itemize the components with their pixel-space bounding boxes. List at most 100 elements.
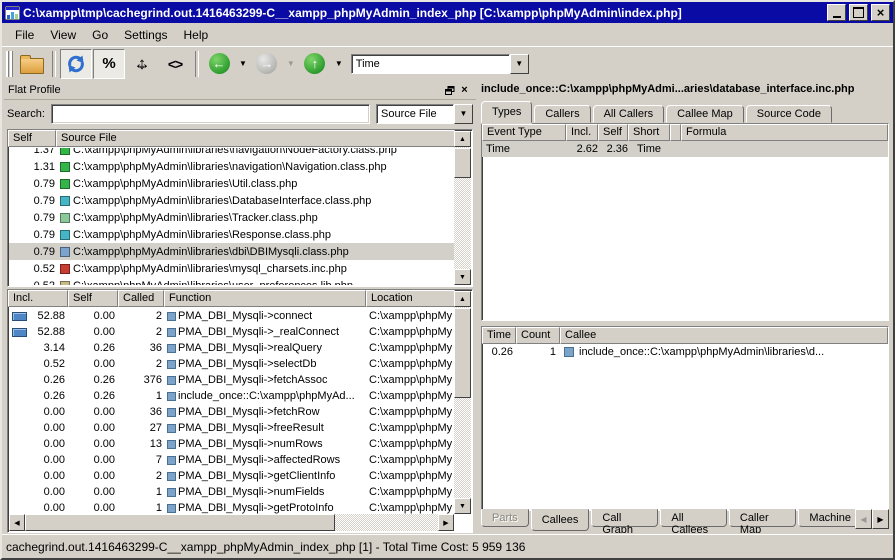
table-row[interactable]: 0.000.001PMA_DBI_Mysqli->getProtoInfoC:\… — [9, 500, 454, 514]
scrollbar-thumb[interactable] — [454, 308, 471, 398]
function-icon — [167, 408, 176, 417]
open-file-button[interactable] — [16, 49, 48, 79]
menu-view[interactable]: View — [42, 25, 84, 45]
tab-scroll-right-button[interactable]: ▶ — [872, 509, 889, 529]
tab-all-callees[interactable]: All Callees — [660, 509, 726, 527]
table-row[interactable]: 52.880.002PMA_DBI_Mysqli->_realConnectC:… — [9, 324, 454, 340]
forward-button[interactable]: → — [251, 49, 283, 79]
table-row[interactable]: 0.52C:\xampp\phpMyAdmin\libraries\user_p… — [9, 277, 454, 285]
relative-cost-button[interactable]: <> — [159, 49, 191, 79]
table-row[interactable]: 0.000.001PMA_DBI_Mysqli->numFieldsC:\xam… — [9, 484, 454, 500]
table-row[interactable]: 52.880.002PMA_DBI_Mysqli->connectC:\xamp… — [9, 308, 454, 324]
close-dock-button[interactable]: × — [457, 84, 472, 97]
scroll-down-button[interactable]: ▼ — [454, 269, 471, 285]
close-button[interactable]: × — [871, 4, 890, 21]
scroll-up-button[interactable]: ▲ — [454, 131, 471, 147]
column-header-function[interactable]: Function — [164, 290, 366, 307]
maximize-button[interactable] — [849, 4, 868, 21]
percent-button[interactable]: % — [93, 49, 125, 79]
table-row[interactable]: 0.000.0027PMA_DBI_Mysqli->freeResultC:\x… — [9, 420, 454, 436]
scroll-up-button[interactable]: ▲ — [454, 291, 471, 307]
up-dropdown[interactable]: ▼ — [332, 59, 346, 68]
cost-bar-icon — [12, 328, 27, 337]
column-header-location[interactable]: Location — [366, 290, 455, 307]
tab-source-code[interactable]: Source Code — [746, 105, 832, 123]
table-row[interactable]: 1.37C:\xampp\phpMyAdmin\libraries\naviga… — [9, 148, 454, 158]
column-header-self[interactable]: Self — [8, 130, 56, 147]
table-row[interactable]: 0.26 1 include_once::C:\xampp\phpMyAdmin… — [482, 344, 888, 360]
table-row[interactable]: 0.000.0013PMA_DBI_Mysqli->numRowsC:\xamp… — [9, 436, 454, 452]
chevron-down-icon[interactable]: ▼ — [454, 104, 473, 124]
column-header-time[interactable]: Time — [482, 327, 516, 344]
table-row[interactable]: 0.52C:\xampp\phpMyAdmin\libraries\mysql_… — [9, 260, 454, 277]
column-header-incl[interactable]: Incl. — [566, 124, 598, 141]
scroll-down-button[interactable]: ▼ — [454, 498, 471, 514]
group-by-select[interactable]: Source File ▼ — [376, 104, 473, 124]
title-bar[interactable]: C:\xampp\tmp\cachegrind.out.1416463299-C… — [2, 2, 893, 23]
table-row[interactable]: 0.000.007PMA_DBI_Mysqli->affectedRowsC:\… — [9, 452, 454, 468]
scrollbar-thumb[interactable] — [454, 148, 471, 178]
column-header-source-file[interactable]: Source File — [56, 130, 455, 147]
minimize-button[interactable] — [827, 4, 846, 21]
tab-machine[interactable]: Machine — [798, 509, 855, 527]
tab-call-graph[interactable]: Call Graph — [591, 509, 658, 527]
self-cell: 0.00 — [69, 310, 119, 322]
scroll-left-button[interactable]: ◀ — [9, 514, 25, 531]
forward-dropdown[interactable]: ▼ — [284, 59, 298, 68]
scroll-right-button[interactable]: ▶ — [438, 514, 454, 531]
tab-parts[interactable]: Parts — [481, 509, 529, 527]
tab-caller-map[interactable]: Caller Map — [729, 509, 797, 527]
search-input-field[interactable] — [52, 105, 375, 123]
table-row[interactable]: 0.79C:\xampp\phpMyAdmin\libraries\Util.c… — [9, 175, 454, 192]
table-row[interactable]: Time 2.62 2.36 Time — [482, 141, 888, 157]
tab-types[interactable]: Types — [481, 101, 532, 123]
back-dropdown[interactable]: ▼ — [236, 59, 250, 68]
source-vertical-scrollbar[interactable]: ▲ ▼ — [454, 131, 471, 285]
tab-scroll-left-button[interactable]: ◀ — [855, 509, 872, 529]
column-header-callee[interactable]: Callee — [560, 327, 888, 344]
tab-callee-map[interactable]: Callee Map — [666, 105, 744, 123]
expand-areas-button[interactable]: ↔↕ — [126, 49, 158, 79]
table-row[interactable]: 0.79C:\xampp\phpMyAdmin\libraries\Tracke… — [9, 209, 454, 226]
menu-help[interactable]: Help — [176, 25, 217, 45]
float-dock-button[interactable] — [442, 84, 457, 97]
column-header-short[interactable]: Short — [628, 124, 670, 141]
table-row[interactable]: 0.000.0036PMA_DBI_Mysqli->fetchRowC:\xam… — [9, 404, 454, 420]
menu-settings[interactable]: Settings — [116, 25, 175, 45]
function-horizontal-scrollbar[interactable]: ◀ ▶ — [9, 514, 454, 531]
incl-cell: 2.62 — [566, 143, 598, 155]
column-header-incl[interactable]: Incl. — [8, 290, 68, 307]
back-button[interactable]: ← — [203, 49, 235, 79]
table-row[interactable]: 0.520.002PMA_DBI_Mysqli->selectDbC:\xamp… — [9, 356, 454, 372]
column-header-self[interactable]: Self — [598, 124, 628, 141]
event-type-value: Time — [351, 54, 510, 74]
tab-callers[interactable]: Callers — [534, 105, 590, 123]
table-row[interactable]: 3.140.2636PMA_DBI_Mysqli->realQueryC:\xa… — [9, 340, 454, 356]
table-row[interactable]: 1.31C:\xampp\phpMyAdmin\libraries\naviga… — [9, 158, 454, 175]
column-header-event-type[interactable]: Event Type — [482, 124, 566, 141]
reload-button[interactable] — [60, 49, 92, 79]
dock-title-bar[interactable]: Flat Profile × — [4, 81, 476, 100]
table-row[interactable]: 0.000.002PMA_DBI_Mysqli->getClientInfoC:… — [9, 468, 454, 484]
table-row[interactable]: 0.260.261include_once::C:\xampp\phpMyAd.… — [9, 388, 454, 404]
chevron-down-icon[interactable]: ▼ — [510, 54, 529, 74]
table-row[interactable]: 0.79C:\xampp\phpMyAdmin\libraries\Databa… — [9, 192, 454, 209]
table-row[interactable]: 0.79C:\xampp\phpMyAdmin\libraries\dbi\DB… — [9, 243, 454, 260]
search-input[interactable] — [51, 104, 370, 124]
column-header-called[interactable]: Called — [118, 290, 164, 307]
scrollbar-thumb[interactable] — [25, 514, 335, 531]
table-row[interactable]: 0.79C:\xampp\phpMyAdmin\libraries\Respon… — [9, 226, 454, 243]
tab-callees[interactable]: Callees — [531, 509, 590, 531]
menu-go[interactable]: Go — [84, 25, 116, 45]
toolbar-handle[interactable] — [6, 51, 13, 77]
column-header-self[interactable]: Self — [68, 290, 118, 307]
menu-file[interactable]: File — [7, 25, 42, 45]
horizontal-splitter[interactable] — [481, 319, 889, 326]
up-button[interactable]: ↑ — [299, 49, 331, 79]
column-header-formula[interactable]: Formula — [681, 124, 888, 141]
table-row[interactable]: 0.260.26376PMA_DBI_Mysqli->fetchAssocC:\… — [9, 372, 454, 388]
event-type-select[interactable]: Time ▼ — [351, 54, 529, 74]
tab-all-callers[interactable]: All Callers — [593, 105, 665, 123]
function-vertical-scrollbar[interactable]: ▲ ▼ — [454, 291, 471, 514]
column-header-count[interactable]: Count — [516, 327, 560, 344]
